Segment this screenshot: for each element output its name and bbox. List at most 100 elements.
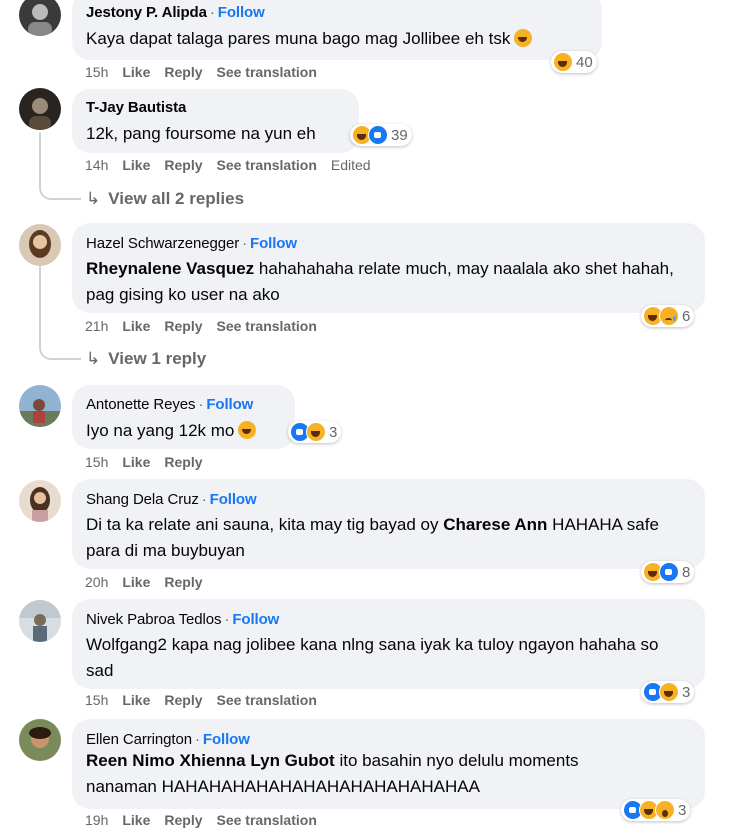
comment-time[interactable]: 15h (85, 454, 108, 470)
mention-link[interactable]: Charese Ann (443, 515, 547, 534)
separator-dot: · (194, 731, 200, 748)
sad-reaction-icon (659, 306, 679, 326)
view-replies-link[interactable]: ↳ View all 2 replies (86, 189, 244, 209)
commenter-name[interactable]: Antonette Reyes (86, 396, 196, 413)
comment-text: Kaya dapat talaga pares muna bago mag Jo… (86, 29, 511, 48)
reaction-summary[interactable]: 39 (350, 124, 412, 146)
reaction-summary[interactable]: 40 (551, 51, 597, 73)
avatar[interactable] (19, 719, 61, 761)
edited-label: Edited (330, 157, 371, 173)
avatar[interactable] (19, 600, 61, 642)
thread-curve (39, 344, 81, 360)
comment-bubble: Shang Dela Cruz · Follow Di ta ka relate a… (72, 479, 705, 569)
follow-link[interactable]: Follow (250, 235, 297, 252)
like-button[interactable]: Like (122, 318, 150, 334)
follow-link[interactable]: Follow (203, 731, 250, 748)
reaction-summary[interactable]: 3 (288, 421, 342, 443)
commenter-name[interactable]: T-Jay Bautista (86, 99, 186, 116)
comment-time[interactable]: 15h (85, 64, 108, 80)
follow-link[interactable]: Follow (218, 4, 265, 21)
see-translation-link[interactable]: See translation (217, 157, 317, 173)
reaction-count: 8 (682, 563, 691, 581)
comment-text: 12k, pang foursome na yun eh (86, 124, 316, 143)
see-translation-link[interactable]: See translation (217, 318, 317, 334)
reaction-summary[interactable]: 3 (641, 681, 695, 703)
view-replies-label: View all 2 replies (108, 189, 245, 208)
separator-dot: · (198, 396, 204, 413)
commenter-name[interactable]: Jestony P. Alipda (86, 4, 207, 21)
comment-bubble: Hazel Schwarzenegger · Follow Rheynalene V… (72, 223, 705, 313)
separator-dot: · (209, 4, 215, 21)
inline-emoji-icon (238, 421, 257, 439)
comment-time[interactable]: 20h (85, 574, 108, 590)
like-button[interactable]: Like (122, 574, 150, 590)
commenter-name[interactable]: Ellen Carrington (86, 731, 192, 748)
comment-bubble: Jestony P. Alipda · Follow Kaya dapat tala… (72, 0, 602, 60)
comment-time[interactable]: 15h (85, 692, 108, 708)
reaction-summary[interactable]: 8 (641, 561, 695, 583)
reply-arrow-icon: ↳ (86, 349, 101, 368)
like-button[interactable]: Like (122, 64, 150, 80)
like-button[interactable]: Like (122, 157, 150, 173)
reaction-summary[interactable]: 3 (621, 799, 691, 821)
follow-link[interactable]: Follow (206, 396, 253, 413)
comment-bubble: Nivek Pabroa Tedlos · Follow Wolfgang2 kap… (72, 599, 705, 689)
comment-bubble: T-Jay Bautista 12k, pang foursome na yun… (72, 89, 359, 153)
see-translation-link[interactable]: See translation (217, 692, 317, 708)
view-replies-link[interactable]: ↳ View 1 reply (86, 349, 206, 369)
reply-button[interactable]: Reply (164, 574, 202, 590)
reaction-count: 39 (391, 126, 408, 144)
comment-bubble: Ellen Carrington · Follow Reen Nimo Xhienn… (72, 719, 705, 809)
like-reaction-icon (659, 562, 679, 582)
reply-arrow-icon: ↳ (86, 189, 101, 208)
mention-link[interactable]: Reen Nimo Xhienna Lyn Gubot (86, 751, 335, 770)
thread-line (39, 266, 41, 344)
comment-time[interactable]: 14h (85, 157, 108, 173)
reaction-count: 6 (682, 307, 691, 325)
reply-button[interactable]: Reply (164, 318, 202, 334)
follow-link[interactable]: Follow (232, 611, 279, 628)
see-translation-link[interactable]: See translation (217, 812, 317, 828)
comment-text: Wolfgang2 kapa nag jolibee kana nlng san… (86, 635, 659, 680)
like-button[interactable]: Like (122, 812, 150, 828)
inline-emoji-icon (514, 29, 533, 47)
comment-time[interactable]: 19h (85, 812, 108, 828)
comment-bubble: Antonette Reyes · Follow Iyo na yang 12k m… (72, 385, 295, 449)
see-translation-link[interactable]: See translation (217, 64, 317, 80)
view-replies-label: View 1 reply (108, 349, 207, 368)
like-button[interactable]: Like (122, 692, 150, 708)
reply-button[interactable]: Reply (164, 454, 202, 470)
haha-reaction-icon (306, 422, 326, 442)
reaction-summary[interactable]: 6 (641, 305, 695, 327)
comment-text: Iyo na yang 12k mo (86, 421, 235, 440)
thread-line (39, 132, 41, 184)
wow-reaction-icon (655, 800, 675, 820)
comment-time[interactable]: 21h (85, 318, 108, 334)
like-reaction-icon (368, 125, 388, 145)
reaction-count: 40 (576, 53, 593, 71)
reply-button[interactable]: Reply (164, 692, 202, 708)
reply-button[interactable]: Reply (164, 812, 202, 828)
reaction-count: 3 (329, 423, 338, 441)
thread-curve (39, 184, 81, 200)
avatar[interactable] (19, 480, 61, 522)
separator-dot: · (224, 611, 230, 628)
avatar[interactable] (19, 88, 61, 130)
avatar[interactable] (19, 385, 61, 427)
avatar[interactable] (19, 0, 61, 36)
avatar[interactable] (19, 224, 61, 266)
commenter-name[interactable]: Shang Dela Cruz (86, 491, 199, 508)
haha-reaction-icon (659, 682, 679, 702)
comment-text: Di ta ka relate ani sauna, kita may tig … (86, 515, 439, 534)
commenter-name[interactable]: Nivek Pabroa Tedlos (86, 611, 222, 628)
separator-dot: · (242, 235, 247, 252)
mention-link[interactable]: Rheynalene Vasquez (86, 259, 254, 278)
commenter-name[interactable]: Hazel Schwarzenegger (86, 235, 239, 252)
reply-button[interactable]: Reply (164, 64, 202, 80)
haha-reaction-icon (553, 52, 573, 72)
reaction-count: 3 (678, 801, 687, 819)
like-button[interactable]: Like (122, 454, 150, 470)
follow-link[interactable]: Follow (210, 491, 257, 508)
reply-button[interactable]: Reply (164, 157, 202, 173)
reaction-count: 3 (682, 683, 691, 701)
